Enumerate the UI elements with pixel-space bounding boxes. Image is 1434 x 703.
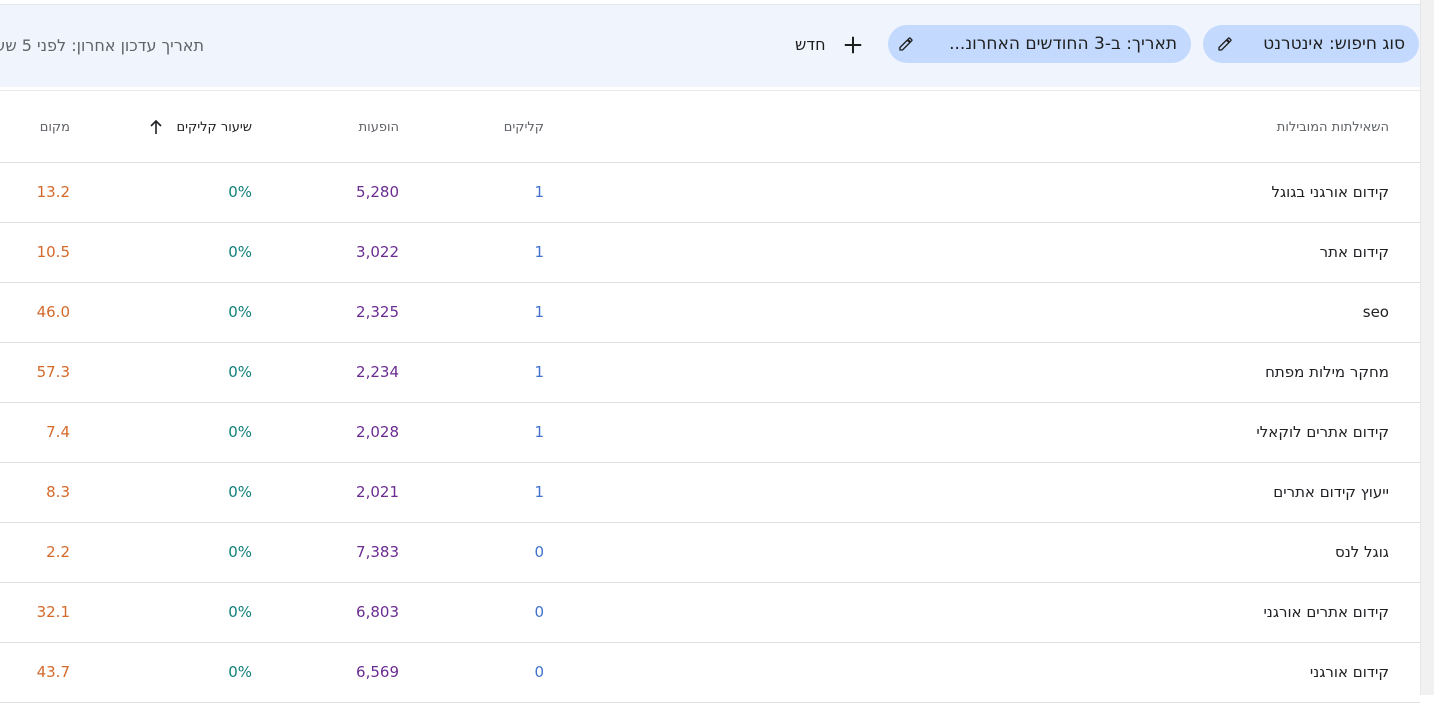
query-cell: קידום אורגני בגוגל — [1271, 183, 1389, 201]
impressions-cell: 3,022 — [356, 243, 399, 261]
clicks-cell: 1 — [534, 423, 544, 441]
impressions-cell: 5,280 — [356, 183, 399, 201]
query-cell: מחקר מילות מפתח — [1265, 363, 1389, 381]
query-cell: קידום אורגני — [1309, 663, 1389, 681]
clicks-cell: 1 — [534, 243, 544, 261]
queries-table: השאילתות המובילות קליקים הופעות שיעור קל… — [0, 90, 1420, 703]
clicks-cell: 0 — [534, 663, 544, 681]
position-cell: 32.1 — [36, 603, 70, 621]
filter-chip-date[interactable]: תאריך: ב-3 החודשים האחרונ... — [888, 25, 1191, 63]
impressions-cell: 6,569 — [356, 663, 399, 681]
ctr-cell: 0% — [228, 603, 252, 621]
table-row[interactable]: מחקר מילות מפתח 1 2,234 0% 57.3 — [0, 343, 1420, 403]
query-cell: ייעוץ קידום אתרים — [1273, 483, 1389, 501]
query-cell: קידום אתר — [1319, 243, 1389, 261]
table-row[interactable]: קידום אורגני 0 6,569 0% 43.7 — [0, 643, 1420, 703]
column-header-clicks[interactable]: קליקים — [504, 120, 544, 135]
clicks-cell: 1 — [534, 183, 544, 201]
scrollbar[interactable] — [1420, 0, 1434, 695]
table-row[interactable]: ייעוץ קידום אתרים 1 2,021 0% 8.3 — [0, 463, 1420, 523]
table-row[interactable]: קידום אורגני בגוגל 1 5,280 0% 13.2 — [0, 163, 1420, 223]
pencil-icon — [899, 37, 913, 51]
column-header-position[interactable]: מקום — [40, 120, 70, 135]
ctr-cell: 0% — [228, 483, 252, 501]
filter-chip-label: סוג חיפוש: אינטרנט — [1263, 34, 1405, 54]
ctr-cell: 0% — [228, 423, 252, 441]
clicks-cell: 1 — [534, 303, 544, 321]
query-cell: קידום אתרים אורגני — [1263, 603, 1389, 621]
position-cell: 10.5 — [36, 243, 70, 261]
query-cell: seo — [1362, 303, 1389, 321]
last-updated-text: תאריך עדכון אחרון: לפני 5 שעות — [0, 36, 204, 55]
clicks-cell: 0 — [534, 603, 544, 621]
pencil-icon — [1218, 37, 1232, 51]
ctr-cell: 0% — [228, 243, 252, 261]
impressions-cell: 6,803 — [356, 603, 399, 621]
clicks-cell: 0 — [534, 543, 544, 561]
column-header-impressions[interactable]: הופעות — [359, 120, 399, 135]
table-row[interactable]: seo 1 2,325 0% 46.0 — [0, 283, 1420, 343]
table-row[interactable]: קידום אתרים אורגני 0 6,803 0% 32.1 — [0, 583, 1420, 643]
clicks-cell: 1 — [534, 363, 544, 381]
query-cell: קידום אתרים לוקאלי — [1256, 423, 1389, 441]
arrow-up-icon[interactable] — [149, 119, 163, 135]
table-row[interactable]: גוגל לנס 0 7,383 0% 2.2 — [0, 523, 1420, 583]
position-cell: 13.2 — [36, 183, 70, 201]
impressions-cell: 2,021 — [356, 483, 399, 501]
impressions-cell: 2,234 — [356, 363, 399, 381]
filter-chip-label: תאריך: ב-3 החודשים האחרונ... — [949, 34, 1177, 54]
ctr-cell: 0% — [228, 663, 252, 681]
table-row[interactable]: קידום אתר 1 3,022 0% 10.5 — [0, 223, 1420, 283]
position-cell: 7.4 — [46, 423, 70, 441]
table-header-row: השאילתות המובילות קליקים הופעות שיעור קל… — [0, 90, 1420, 163]
position-cell: 46.0 — [36, 303, 70, 321]
ctr-cell: 0% — [228, 183, 252, 201]
table-row[interactable]: קידום אתרים לוקאלי 1 2,028 0% 7.4 — [0, 403, 1420, 463]
impressions-cell: 7,383 — [356, 543, 399, 561]
filter-chip-search-type[interactable]: סוג חיפוש: אינטרנט — [1203, 25, 1419, 63]
new-filter-label: חדש — [795, 35, 826, 54]
clicks-cell: 1 — [534, 483, 544, 501]
position-cell: 8.3 — [46, 483, 70, 501]
impressions-cell: 2,325 — [356, 303, 399, 321]
position-cell: 57.3 — [36, 363, 70, 381]
plus-icon — [844, 36, 862, 54]
query-cell: גוגל לנס — [1334, 543, 1389, 561]
new-filter-button[interactable]: חדש — [790, 31, 866, 61]
filter-toolbar: סוג חיפוש: אינטרנט תאריך: ב-3 החודשים הא… — [0, 5, 1420, 87]
ctr-cell: 0% — [228, 303, 252, 321]
column-header-ctr[interactable]: שיעור קליקים — [176, 120, 252, 135]
ctr-cell: 0% — [228, 543, 252, 561]
position-cell: 2.2 — [46, 543, 70, 561]
position-cell: 43.7 — [36, 663, 70, 681]
impressions-cell: 2,028 — [356, 423, 399, 441]
ctr-cell: 0% — [228, 363, 252, 381]
column-header-query[interactable]: השאילתות המובילות — [1277, 120, 1389, 135]
